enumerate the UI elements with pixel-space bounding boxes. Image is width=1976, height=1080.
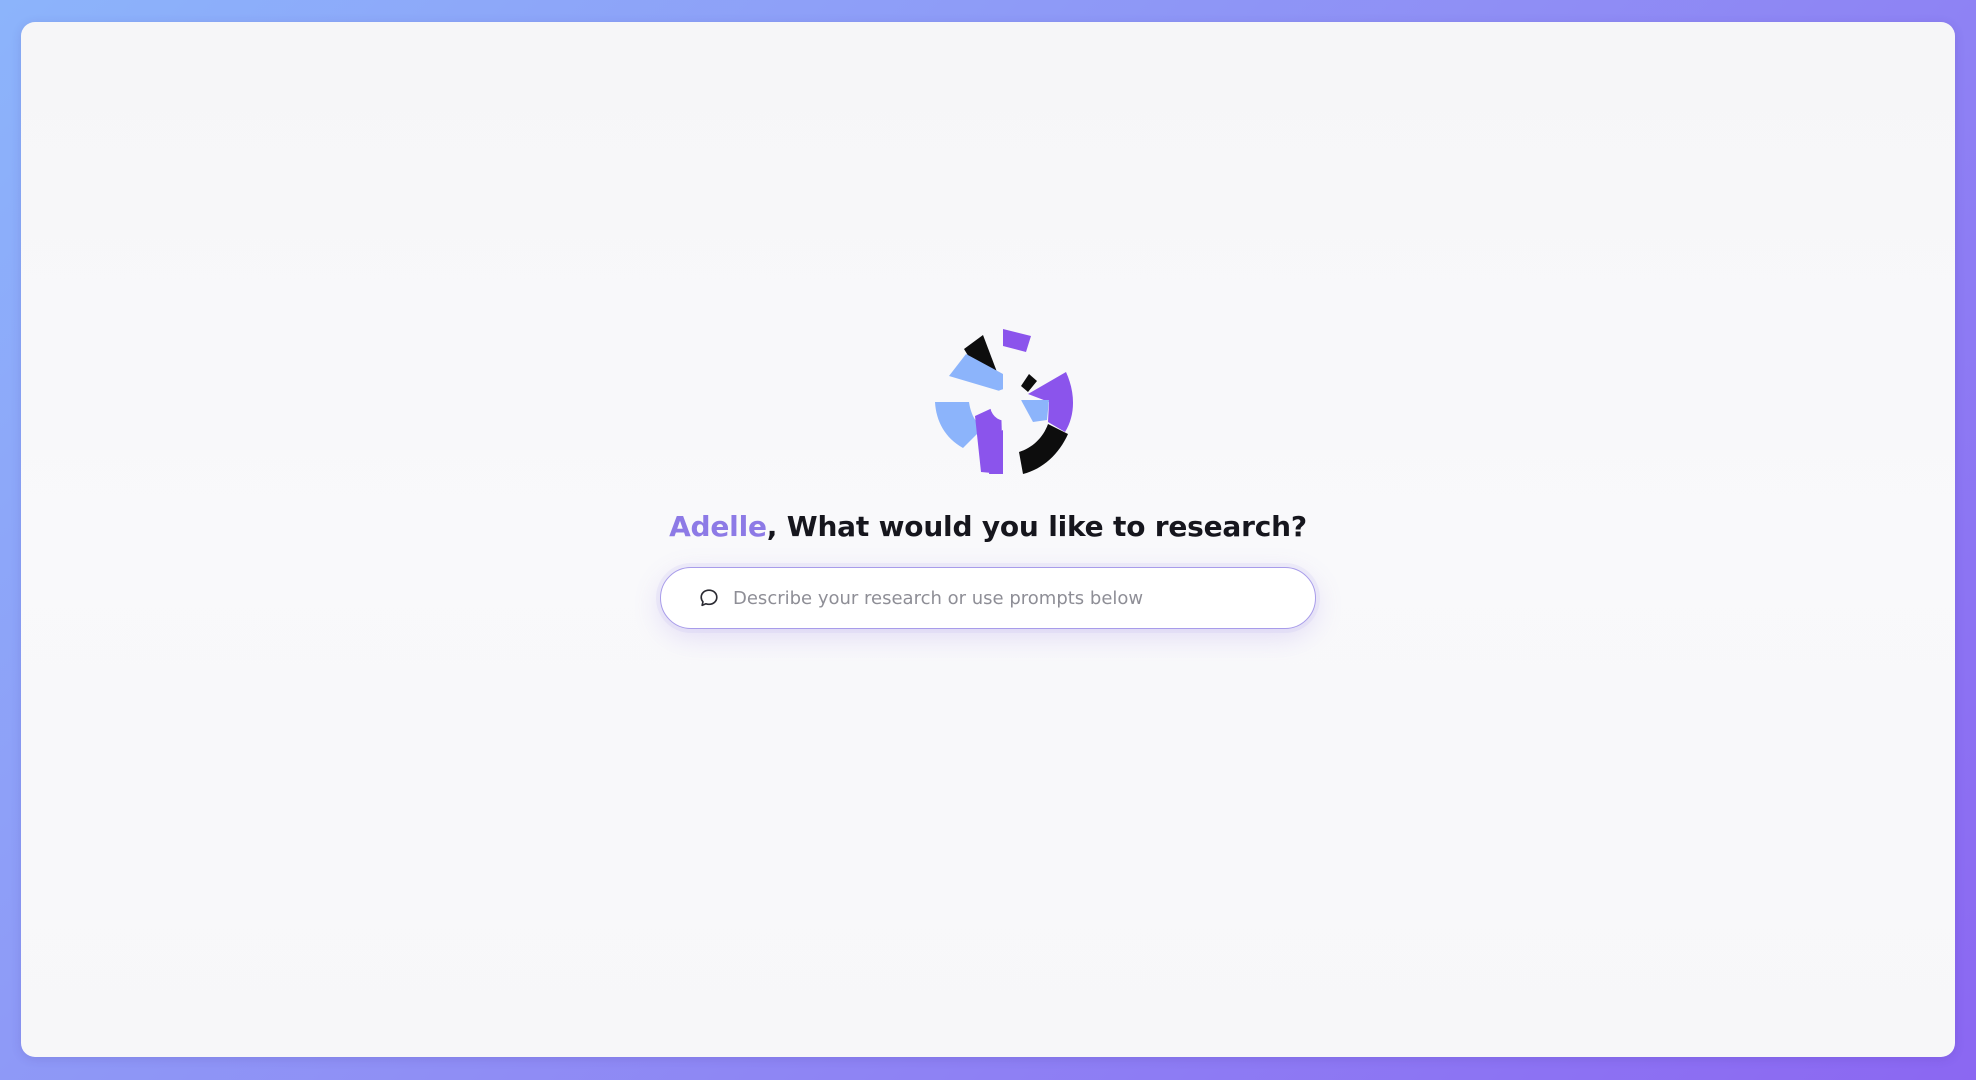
greeting-heading: Adelle, What would you like to research? xyxy=(21,510,1955,543)
research-input[interactable] xyxy=(731,577,1295,619)
speech-bubble-icon xyxy=(697,586,721,610)
greeting-question: , What would you like to research? xyxy=(766,510,1307,543)
brand-logo-icon xyxy=(931,324,1091,484)
app-window: Adelle, What would you like to research? xyxy=(21,22,1955,1057)
research-search-box[interactable] xyxy=(660,567,1316,629)
user-name: Adelle xyxy=(669,510,767,543)
